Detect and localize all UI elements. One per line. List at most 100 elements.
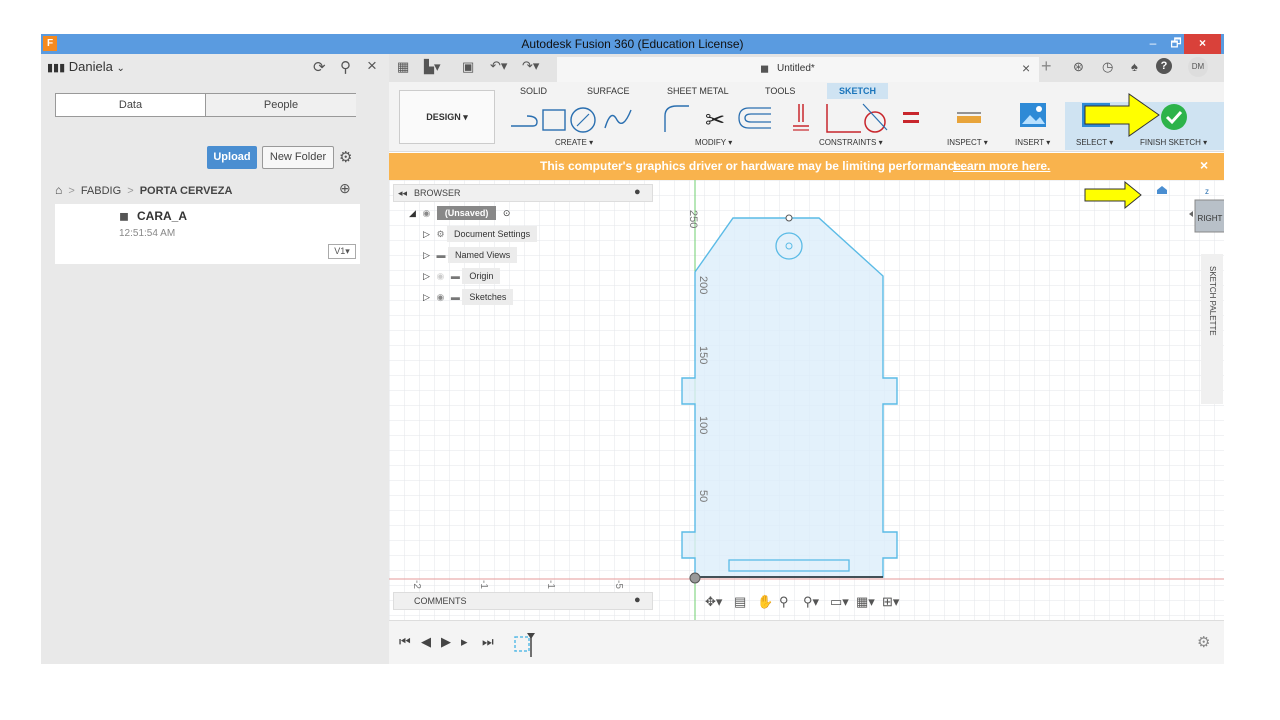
step-back-icon[interactable]: ◀ — [421, 634, 431, 650]
display-settings-icon[interactable]: ▭▾ — [830, 594, 849, 610]
close-tab-icon[interactable]: × — [1022, 60, 1030, 76]
home-view-icon[interactable] — [1157, 186, 1167, 194]
insert-image-icon[interactable] — [1019, 102, 1047, 128]
close-warning-icon[interactable]: × — [1200, 157, 1208, 173]
job-status-icon[interactable]: ◷ — [1102, 59, 1113, 75]
tab-solid[interactable]: SOLID — [520, 86, 547, 96]
breadcrumb-fabdig[interactable]: FABDIG — [81, 185, 121, 197]
measure-icon[interactable] — [955, 110, 985, 126]
offset-tool-icon[interactable] — [738, 107, 771, 129]
comments-panel[interactable]: COMMENTS ● — [393, 592, 653, 610]
viewcube-left-arrow[interactable] — [1189, 211, 1193, 217]
close-window-button[interactable]: × — [1184, 34, 1221, 54]
spline-tool-icon[interactable] — [604, 109, 632, 129]
expand-arrow-icon[interactable]: ▷ — [423, 229, 430, 239]
radio-active-icon[interactable]: ⊙ — [503, 208, 511, 218]
fillet-tool-icon[interactable] — [664, 105, 689, 132]
browser-panel-header[interactable]: ◂◂ BROWSER ● — [393, 184, 653, 202]
tab-tools[interactable]: TOOLS — [765, 86, 795, 96]
tree-item-sketches[interactable]: ▷ ◉ ▬ Sketches — [423, 289, 514, 305]
select-menu[interactable]: SELECT ▾ — [1076, 138, 1113, 147]
extensions-icon[interactable]: ⊛ — [1073, 59, 1084, 75]
tab-surface[interactable]: SURFACE — [587, 86, 630, 96]
file-menu-icon[interactable]: ▙▾ — [424, 59, 441, 75]
collapse-browser-icon[interactable]: ◂◂ — [398, 188, 407, 199]
globe-icon[interactable]: ⊕ — [339, 180, 351, 197]
sketch-point[interactable] — [785, 214, 793, 222]
tab-people[interactable]: People — [206, 94, 356, 116]
notifications-icon[interactable]: ♠ — [1131, 59, 1138, 74]
expand-arrow-icon[interactable]: ▷ — [423, 250, 430, 260]
orbit-icon[interactable]: ✥▾ — [705, 594, 722, 610]
go-to-end-icon[interactable]: ⏭ — [482, 634, 494, 650]
new-folder-button[interactable]: New Folder — [262, 146, 334, 169]
zoom-window-icon[interactable]: ⚲▾ — [803, 594, 819, 610]
version-badge[interactable]: V1▾ — [328, 244, 356, 259]
tab-sketch[interactable]: SKETCH — [827, 83, 889, 99]
sketch-profile[interactable] — [681, 217, 898, 578]
comments-pin-icon[interactable]: ● — [634, 594, 641, 606]
expand-arrow-icon[interactable]: ▷ — [423, 292, 430, 302]
inspect-menu[interactable]: INSPECT ▾ — [947, 138, 988, 147]
avatar[interactable]: DM — [1188, 57, 1208, 77]
expand-icon[interactable]: ◢ — [409, 208, 416, 218]
tree-item-document-settings[interactable]: ▷ ⚙ Document Settings — [423, 226, 538, 242]
tree-item-named-views[interactable]: ▷ ▬ Named Views — [423, 247, 518, 263]
line-tool-icon[interactable] — [511, 115, 538, 127]
workspace-switcher[interactable]: DESIGN ▾ — [399, 90, 495, 144]
refresh-icon[interactable]: ⟳ — [313, 58, 326, 76]
undo-icon[interactable]: ↶▾ — [490, 58, 507, 74]
sketch-canvas[interactable]: 250 200 150 100 50 -2 -1 -1 -5 ◂◂ BROWSE… — [389, 180, 1224, 620]
trim-scissors-icon[interactable]: ✂ — [705, 106, 725, 134]
modify-menu[interactable]: MODIFY ▾ — [695, 138, 732, 147]
upload-button[interactable]: Upload — [207, 146, 257, 169]
user-menu[interactable]: ▮▮▮ Daniela ⌄ — [47, 59, 125, 74]
file-card[interactable]: ◼ CARA_A 12:51:54 AM V1▾ — [55, 204, 360, 264]
insert-menu[interactable]: INSERT ▾ — [1015, 138, 1050, 147]
close-panel-icon[interactable]: × — [367, 56, 377, 76]
zoom-icon[interactable]: ⚲ — [779, 594, 789, 610]
go-to-start-icon[interactable]: ⏮ — [399, 634, 411, 650]
expand-arrow-icon[interactable]: ▷ — [423, 271, 430, 281]
redo-icon[interactable]: ↷▾ — [522, 58, 539, 74]
document-tab-bar: ▦ ▙▾ ▣ ↶▾ ↷▾ ◼ Untitled* × + ⊛ ◷ ♠ ? DM — [389, 54, 1224, 82]
help-icon[interactable]: ? — [1156, 58, 1172, 74]
timeline-settings-icon[interactable]: ⚙ — [1197, 633, 1210, 651]
home-icon[interactable]: ⌂ — [55, 183, 62, 197]
eye-icon[interactable]: ◉ — [422, 208, 430, 218]
pan-hand-icon[interactable]: ✋ — [757, 594, 773, 610]
tree-item-origin[interactable]: ▷ ◉ ▬ Origin — [423, 268, 501, 284]
finish-sketch-check-icon[interactable] — [1159, 102, 1189, 132]
document-tab[interactable]: ◼ Untitled* × — [557, 57, 1039, 82]
eye-hidden-icon[interactable]: ◉ — [436, 271, 444, 281]
gear-icon[interactable]: ⚙ — [339, 148, 352, 166]
eye-icon[interactable]: ◉ — [436, 292, 444, 302]
tab-sheet-metal[interactable]: SHEET METAL — [667, 86, 729, 96]
viewcube[interactable]: RIGHT z — [1129, 180, 1224, 250]
save-icon[interactable]: ▣ — [462, 59, 474, 75]
minimize-button[interactable]: – — [1141, 34, 1165, 54]
circle-tool-icon[interactable] — [570, 107, 596, 133]
grid-menu-icon[interactable]: ▦ — [397, 59, 409, 75]
browser-root[interactable]: ◢ ◉ (Unsaved) ⊙ — [409, 206, 511, 220]
step-forward-icon[interactable]: ▸ — [461, 634, 468, 650]
create-menu[interactable]: CREATE ▾ — [555, 138, 593, 147]
new-tab-icon[interactable]: + — [1041, 56, 1052, 77]
search-icon[interactable]: ⚲ — [340, 58, 351, 76]
grid-settings-icon[interactable]: ▦▾ — [856, 594, 875, 610]
tangent-icon[interactable] — [862, 103, 888, 133]
tab-data[interactable]: Data — [56, 94, 206, 116]
sketch-palette-tab[interactable]: SKETCH PALETTE — [1201, 254, 1223, 404]
rectangle-tool-icon[interactable] — [542, 109, 566, 131]
learn-more-link[interactable]: Learn more here. — [953, 159, 1050, 173]
look-at-icon[interactable]: ▤ — [734, 594, 746, 610]
finish-sketch-menu[interactable]: FINISH SKETCH ▾ — [1140, 138, 1207, 147]
fix-constraint-icon[interactable] — [793, 104, 809, 131]
play-icon[interactable]: ▶ — [441, 634, 451, 650]
sketch-feature-icon[interactable] — [513, 631, 537, 657]
browser-pin-icon[interactable]: ● — [634, 186, 641, 198]
equal-icon[interactable] — [903, 112, 919, 123]
viewports-icon[interactable]: ⊞▾ — [882, 594, 899, 610]
perpendicular-icon[interactable] — [826, 104, 861, 133]
constraints-menu[interactable]: CONSTRAINTS ▾ — [819, 138, 883, 147]
